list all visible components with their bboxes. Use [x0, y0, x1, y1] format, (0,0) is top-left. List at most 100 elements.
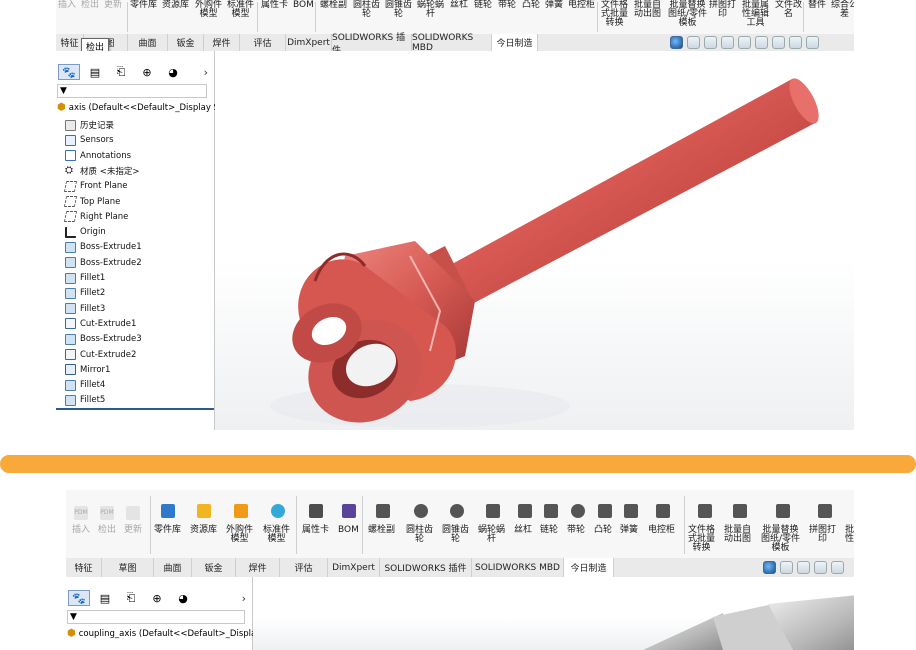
tree-item[interactable]: Fillet5: [65, 393, 105, 407]
tab-add-ins[interactable]: SOLIDWORKS 插件: [380, 558, 472, 577]
tab-add-ins[interactable]: SOLIDWORKS 插件: [332, 33, 412, 56]
display-style-cube-icon[interactable]: [789, 36, 802, 49]
tolerance-button[interactable]: 综合公 差: [831, 1, 854, 19]
tab-features[interactable]: 特征: [66, 558, 102, 577]
tab-mbd[interactable]: SOLIDWORKS MBD: [412, 33, 492, 53]
resource-library-button[interactable]: 资源库: [190, 526, 217, 535]
tree-item[interactable]: Fillet4: [65, 378, 105, 392]
tree-item[interactable]: Sensors: [65, 133, 114, 147]
rename-file-button[interactable]: 文件改 名: [775, 1, 802, 19]
spur-gear-button[interactable]: 圆柱齿 轮: [406, 526, 433, 544]
zoom-to-fit-icon[interactable]: [780, 561, 793, 574]
tree-item[interactable]: Boss-Extrude3: [65, 332, 142, 346]
display-style-icon[interactable]: [670, 36, 683, 49]
tab-surfaces[interactable]: 曲面: [128, 34, 168, 51]
previous-view-icon[interactable]: [814, 561, 827, 574]
standard-model-button[interactable]: 标准件 模型: [227, 1, 254, 19]
chevron-right-icon[interactable]: ›: [242, 592, 246, 605]
bevel-gear-button[interactable]: 圆锥齿 轮: [442, 526, 469, 544]
property-card-button[interactable]: 属性卡: [302, 526, 329, 535]
bevel-gear-button[interactable]: 圆锥齿 轮: [385, 1, 412, 19]
pulley-button[interactable]: 带轮: [498, 1, 516, 10]
checkout-button[interactable]: 检出: [81, 1, 99, 10]
display-manager-tab-icon[interactable]: ◕: [162, 64, 184, 80]
tab-weldments[interactable]: 焊件: [236, 558, 280, 577]
view-orientation-icon[interactable]: [772, 36, 785, 49]
tab-sheet-metal[interactable]: 钣金: [168, 34, 204, 51]
tile-print-button[interactable]: 拼图打 印: [709, 1, 736, 19]
dimxpert-manager-tab-icon[interactable]: ⊕: [136, 64, 158, 80]
tab-sketch[interactable]: 草图: [102, 558, 154, 577]
lead-screw-button[interactable]: 丝杠: [450, 1, 468, 10]
tree-item[interactable]: Fillet2: [65, 286, 105, 300]
section-view-icon[interactable]: [738, 36, 751, 49]
sprocket-button[interactable]: 链轮: [540, 526, 558, 535]
tab-evaluate[interactable]: 评估: [280, 558, 328, 577]
tile-print-button[interactable]: 拼图打 印: [809, 526, 836, 544]
zoom-to-fit-icon[interactable]: [687, 36, 700, 49]
update-button[interactable]: 更新: [104, 1, 122, 10]
parts-library-button[interactable]: 零件库: [130, 1, 157, 10]
batch-property-button[interactable]: 批 性: [845, 526, 854, 544]
tab-evaluate[interactable]: 评估: [240, 34, 286, 51]
bolt-pair-button[interactable]: 螺栓副: [320, 1, 347, 10]
replace-part-button[interactable]: 替件: [808, 1, 826, 10]
spur-gear-button[interactable]: 圆柱齿 轮: [353, 1, 380, 19]
configuration-manager-tab-icon[interactable]: ⎗: [120, 590, 142, 606]
property-manager-tab-icon[interactable]: ▤: [94, 590, 116, 606]
tab-features[interactable]: 特征: [56, 34, 84, 51]
tab-surfaces[interactable]: 曲面: [154, 558, 192, 577]
zoom-area-icon[interactable]: [797, 561, 810, 574]
display-style-icon[interactable]: [763, 561, 776, 574]
purchased-model-button[interactable]: 外购件 模型: [195, 1, 222, 19]
graphics-area[interactable]: [215, 51, 854, 430]
chevron-right-icon[interactable]: ›: [204, 66, 208, 79]
feature-tree-tab-icon[interactable]: 🐾: [58, 64, 80, 80]
dimxpert-manager-tab-icon[interactable]: ⊕: [146, 590, 168, 606]
purchased-model-button[interactable]: 外购件 模型: [226, 526, 253, 544]
spring-button[interactable]: 弹簧: [545, 1, 563, 10]
tree-item[interactable]: Front Plane: [63, 179, 128, 193]
tree-item[interactable]: Cut-Extrude1: [65, 317, 136, 331]
worm-gear-button[interactable]: 蜗轮蜗 杆: [417, 1, 444, 19]
batch-convert-button[interactable]: 文件格 式批量 转换: [601, 1, 628, 28]
control-cabinet-button[interactable]: 电控柜: [648, 526, 675, 535]
tree-item[interactable]: ⛭ 材质 <未指定>: [65, 164, 139, 178]
batch-replace-button[interactable]: 批量替换 图纸/零件 模板: [668, 1, 707, 28]
display-manager-tab-icon[interactable]: ◕: [172, 590, 194, 606]
tree-item[interactable]: Right Plane: [63, 210, 128, 224]
parts-library-button[interactable]: 零件库: [154, 526, 181, 535]
tab-sheet-metal[interactable]: 钣金: [192, 558, 236, 577]
filter-icon[interactable]: ▼: [57, 84, 207, 98]
previous-view-icon[interactable]: [721, 36, 734, 49]
spring-button[interactable]: 弹簧: [620, 526, 638, 535]
graphics-area[interactable]: [253, 577, 854, 650]
batch-replace-button[interactable]: 批量替换 图纸/零件 模板: [761, 526, 800, 553]
hide-show-icon[interactable]: [806, 36, 819, 49]
batch-property-button[interactable]: 批量属 性编辑 工具: [742, 1, 769, 28]
tab-dimxpert[interactable]: DimXpert: [328, 558, 380, 577]
tree-item[interactable]: Boss-Extrude2: [65, 256, 142, 270]
bolt-pair-button[interactable]: 螺栓副: [368, 526, 395, 535]
control-cabinet-button[interactable]: 电控柜: [568, 1, 595, 10]
pulley-button[interactable]: 带轮: [567, 526, 585, 535]
checkout-button[interactable]: 检出: [98, 526, 116, 535]
tree-item[interactable]: Origin: [65, 225, 106, 239]
batch-convert-button[interactable]: 文件格 式批量 转换: [688, 526, 715, 553]
bom-button[interactable]: BOM: [338, 526, 359, 535]
tree-item[interactable]: Fillet1: [65, 271, 105, 285]
zoom-area-icon[interactable]: [704, 36, 717, 49]
property-card-button[interactable]: 属性卡: [261, 1, 288, 10]
section-view-icon[interactable]: [831, 561, 844, 574]
update-button[interactable]: 更新: [124, 526, 142, 535]
property-manager-tab-icon[interactable]: ▤: [84, 64, 106, 80]
bom-button[interactable]: BOM: [293, 1, 314, 10]
tree-item[interactable]: Top Plane: [63, 195, 120, 209]
tab-weldments[interactable]: 焊件: [204, 34, 240, 51]
tree-item[interactable]: Boss-Extrude1: [65, 240, 142, 254]
tree-item[interactable]: 历史记录: [65, 118, 114, 132]
cam-button[interactable]: 凸轮: [522, 1, 540, 10]
tab-mbd[interactable]: SOLIDWORKS MBD: [472, 558, 564, 577]
insert-button[interactable]: 插入: [58, 1, 76, 10]
tree-root[interactable]: ⬢ coupling_axis (Default<<Default>_Displ…: [67, 628, 267, 639]
